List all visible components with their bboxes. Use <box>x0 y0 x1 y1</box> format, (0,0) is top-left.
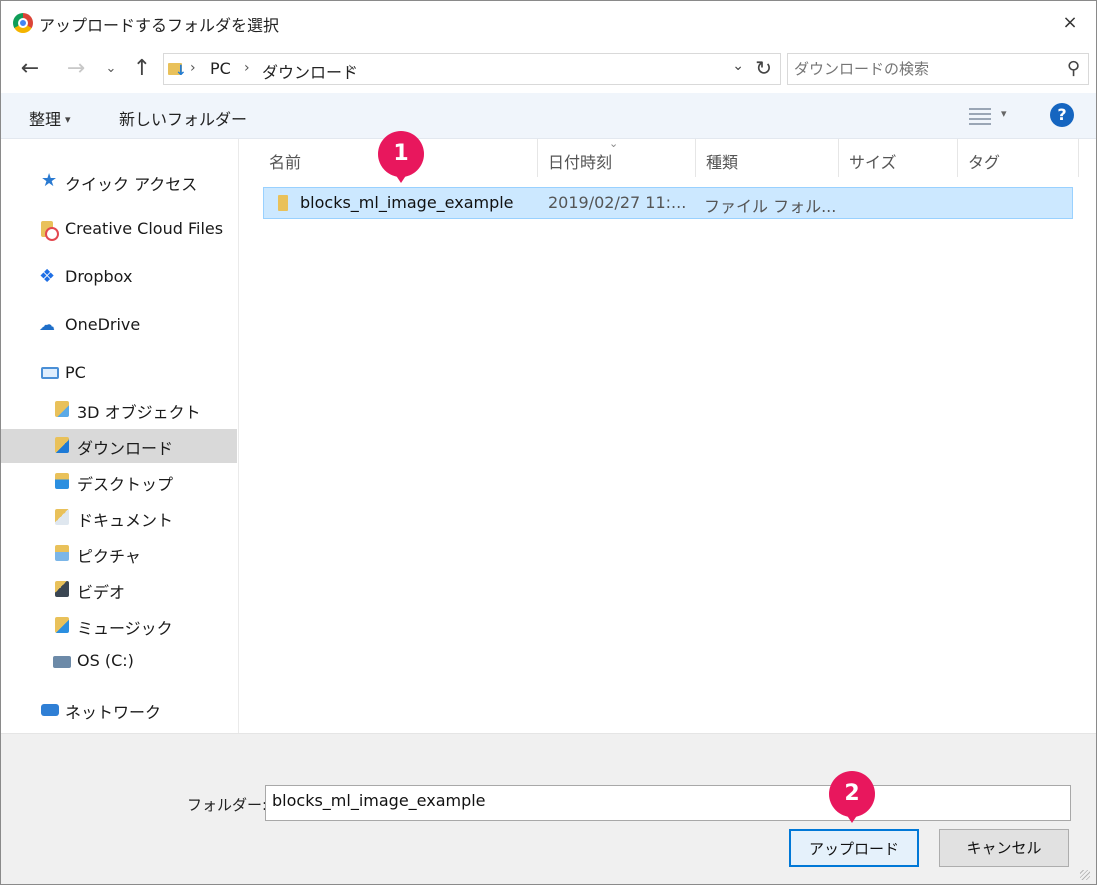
search-box[interactable]: ⚲ <box>787 53 1089 85</box>
search-input[interactable] <box>794 58 1054 80</box>
videos-folder-icon <box>55 581 69 597</box>
chevron-down-icon: ▾ <box>65 113 71 126</box>
music-folder-icon <box>55 617 69 633</box>
sidebar-item-os-drive[interactable]: OS (C:) <box>1 645 237 679</box>
sidebar-item-3d-objects[interactable]: 3D オブジェクト <box>1 393 237 427</box>
sidebar-item-label: Dropbox <box>65 267 133 286</box>
upload-button[interactable]: アップロード <box>789 829 919 867</box>
column-header-tags[interactable]: タグ <box>958 139 1078 179</box>
column-header-date[interactable]: 日付時刻 <box>538 139 694 179</box>
new-folder-button[interactable]: 新しいフォルダー <box>119 106 247 130</box>
sidebar-item-label: Creative Cloud Files <box>65 219 224 238</box>
forward-arrow-icon[interactable]: → <box>61 55 91 83</box>
onedrive-icon: ☁ <box>39 315 55 334</box>
chevron-right-icon[interactable]: › <box>244 60 250 76</box>
file-list: 名前 ⌄ 日付時刻 種類 サイズ タグ blocks_ml_image_exam… <box>239 137 1096 733</box>
column-header-label: 種類 <box>706 153 739 172</box>
folder-label: フォルダー: <box>187 796 268 814</box>
folder-name-input[interactable] <box>265 785 1071 821</box>
pc-icon <box>41 367 59 379</box>
column-header-label: 名前 <box>269 153 302 172</box>
view-options-icon[interactable] <box>969 108 991 125</box>
window-title: アップロードするフォルダを選択 <box>39 16 280 35</box>
sidebar-item-pictures[interactable]: ピクチャ <box>1 537 237 571</box>
sidebar-item-label: デスクトップ <box>77 475 174 494</box>
column-header-size[interactable]: サイズ <box>839 139 957 179</box>
callout-badge-1: 1 <box>378 131 424 183</box>
resize-grip-icon[interactable] <box>1080 870 1090 880</box>
column-header-label: サイズ <box>849 153 897 172</box>
file-date: 2019/02/27 11:... <box>548 193 687 212</box>
sidebar-item-label: クイック アクセス <box>65 175 198 194</box>
help-icon[interactable]: ? <box>1050 103 1074 127</box>
file-dialog: アップロードするフォルダを選択 × ← → ⌄ ↑ ↓ › PC › ダウンロー… <box>0 0 1097 885</box>
sidebar-item-label: PC <box>65 363 86 382</box>
sidebar-item-label: ミュージック <box>77 619 173 638</box>
file-name: blocks_ml_image_example <box>300 193 514 212</box>
column-divider[interactable] <box>1078 139 1079 177</box>
network-icon <box>41 704 59 716</box>
3d-objects-folder-icon <box>55 401 69 417</box>
chevron-down-icon[interactable]: ▾ <box>1001 107 1007 120</box>
column-header-label: タグ <box>968 153 1001 172</box>
chevron-right-icon[interactable]: › <box>348 60 354 76</box>
column-header-label: 日付時刻 <box>548 153 613 172</box>
navigation-pane: ★ クイック アクセス Creative Cloud Files ❖ Dropb… <box>1 139 239 733</box>
organize-menu[interactable]: 整理 ▾ <box>29 106 71 130</box>
sidebar-item-dropbox[interactable]: ❖ Dropbox <box>1 261 237 295</box>
close-icon[interactable]: × <box>1058 11 1082 35</box>
desktop-folder-icon <box>55 473 69 489</box>
sidebar-item-downloads[interactable]: ダウンロード <box>1 429 237 463</box>
recent-locations-chevron-icon[interactable]: ⌄ <box>101 55 121 83</box>
sidebar-item-label: ビデオ <box>77 583 126 602</box>
sidebar-item-label: ピクチャ <box>77 547 141 566</box>
sidebar-item-music[interactable]: ミュージック <box>1 609 237 643</box>
back-arrow-icon[interactable]: ← <box>15 55 45 83</box>
dropbox-icon: ❖ <box>39 266 56 287</box>
file-type: ファイル フォル... <box>704 197 837 216</box>
pictures-folder-icon <box>55 545 69 561</box>
sidebar-item-label: ネットワーク <box>65 703 162 722</box>
navigation-bar: ← → ⌄ ↑ ↓ › PC › ダウンロード › ⌄ ↻ ⚲ <box>1 45 1096 93</box>
dialog-footer: フォルダー: アップロード キャンセル <box>1 733 1096 884</box>
sidebar-item-creative-cloud[interactable]: Creative Cloud Files <box>1 213 237 247</box>
sidebar-item-quick-access[interactable]: ★ クイック アクセス <box>1 165 237 199</box>
sidebar-item-desktop[interactable]: デスクトップ <box>1 465 237 499</box>
cancel-button[interactable]: キャンセル <box>939 829 1069 867</box>
refresh-icon[interactable]: ↻ <box>755 56 772 80</box>
search-icon[interactable]: ⚲ <box>1067 58 1080 79</box>
sidebar-item-pc[interactable]: PC <box>1 357 237 391</box>
sidebar-item-label: ダウンロード <box>77 439 174 458</box>
sidebar-item-onedrive[interactable]: ☁ OneDrive <box>1 309 237 343</box>
address-dropdown-icon[interactable]: ⌄ <box>732 58 744 74</box>
drive-icon <box>53 656 71 668</box>
sidebar-item-label: OS (C:) <box>77 651 134 670</box>
star-icon: ★ <box>41 170 58 191</box>
chevron-right-icon[interactable]: › <box>190 60 196 76</box>
breadcrumb-pc[interactable]: PC <box>210 59 231 78</box>
sidebar-item-label: ドキュメント <box>77 511 174 530</box>
callout-badge-2: 2 <box>829 771 875 823</box>
downloads-folder-icon <box>55 437 69 453</box>
sidebar-item-label: 3D オブジェクト <box>77 403 201 422</box>
address-bar[interactable]: ↓ › PC › ダウンロード › ⌄ ↻ <box>163 53 781 85</box>
column-header-type[interactable]: 種類 <box>696 139 838 179</box>
documents-folder-icon <box>55 509 69 525</box>
title-bar: アップロードするフォルダを選択 × <box>1 1 1096 45</box>
downloads-folder-icon: ↓ <box>168 60 187 78</box>
breadcrumb-downloads[interactable]: ダウンロード <box>262 59 358 83</box>
folder-icon <box>278 195 288 211</box>
command-bar: 整理 ▾ 新しいフォルダー ▾ <box>1 93 1096 139</box>
chrome-icon <box>13 13 33 33</box>
table-row[interactable]: blocks_ml_image_example 2019/02/27 11:..… <box>263 187 1073 219</box>
creative-cloud-icon <box>41 221 59 241</box>
sidebar-item-documents[interactable]: ドキュメント <box>1 501 237 535</box>
sidebar-item-videos[interactable]: ビデオ <box>1 573 237 607</box>
sidebar-item-network[interactable]: ネットワーク <box>1 693 237 727</box>
up-arrow-icon[interactable]: ↑ <box>129 55 155 83</box>
sidebar-item-label: OneDrive <box>65 315 141 334</box>
organize-label: 整理 <box>29 110 62 129</box>
